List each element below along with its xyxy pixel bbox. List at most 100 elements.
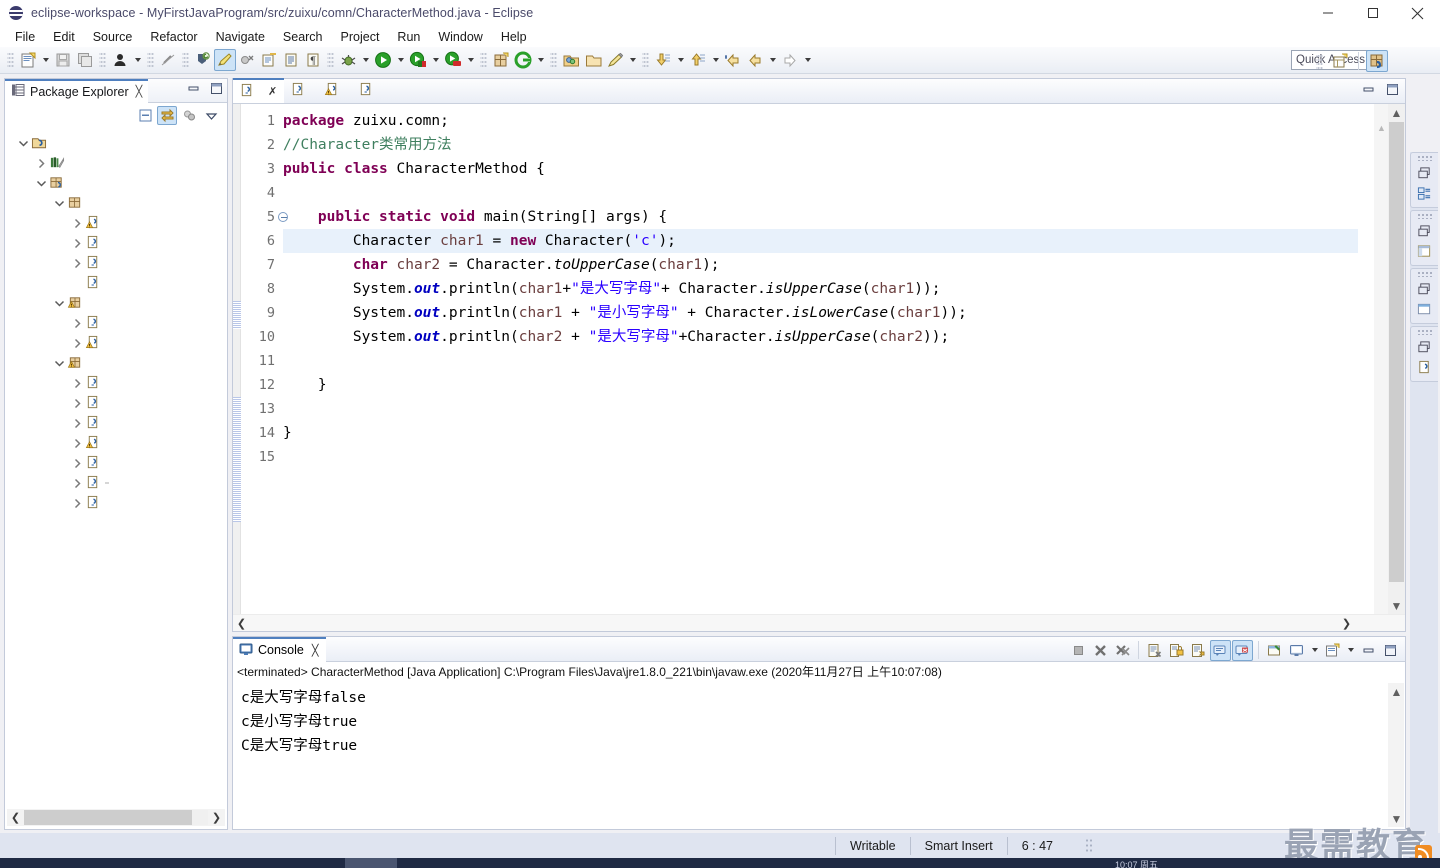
tree-item[interactable] [5,333,227,353]
editor-tab[interactable] [284,78,318,103]
new-package-icon[interactable] [490,49,512,71]
menu-refactor[interactable]: Refactor [141,28,206,46]
maximize-console-icon[interactable] [1380,640,1401,661]
back-dropdown-arrow[interactable] [766,49,779,71]
new-icon[interactable] [17,49,39,71]
tree-twisty[interactable] [69,473,85,493]
tree-item[interactable] [5,493,227,513]
tree-item[interactable] [5,433,227,453]
code-line[interactable] [283,181,1358,205]
new-java-project-icon[interactable] [258,49,280,71]
run-coverage-icon[interactable] [407,49,429,71]
perspective-new-icon[interactable] [1329,50,1351,72]
restore-icon[interactable] [1414,221,1436,241]
tree-twisty[interactable] [69,253,85,273]
external-tools-dropdown-arrow[interactable] [464,49,477,71]
minimize-view-icon[interactable] [187,82,200,98]
new-dropdown-arrow[interactable] [39,49,52,71]
tree-item[interactable] [5,193,227,213]
editor-tab[interactable] [352,78,386,103]
show-console-on-output-icon[interactable] [1210,639,1231,661]
java-editor-icon[interactable] [1414,357,1436,377]
tree-item[interactable] [5,293,227,313]
tree-item[interactable] [5,313,227,333]
tree-item[interactable] [5,273,227,293]
person-icon[interactable] [109,49,131,71]
save-all-icon[interactable] [74,49,96,71]
code-line[interactable]: package zuixu.comn; [283,109,1358,133]
editor-gutter[interactable] [233,104,241,614]
debug-dropdown-arrow[interactable] [359,49,372,71]
tree-item[interactable] [5,133,227,153]
console-vertical-scrollbar[interactable]: ▲ ▼ [1388,683,1404,827]
vscroll-thumb[interactable] [1389,122,1404,582]
minimize-editor-icon[interactable] [1362,83,1375,99]
open-type-icon[interactable] [280,49,302,71]
minimize-button[interactable] [1305,0,1350,26]
tree-twisty[interactable] [69,493,85,513]
tree-twisty[interactable] [15,133,31,153]
show-console-on-error-icon[interactable] [1232,639,1253,661]
open-console-icon[interactable] [1322,640,1343,661]
code-line[interactable]: System.out.println(char2 + "是大写字母"+Chara… [283,325,1358,349]
forward-icon[interactable] [779,49,801,71]
tree-twisty[interactable] [69,233,85,253]
code-line[interactable]: public static void main(String[] args) { [283,205,1358,229]
search-dropdown-arrow[interactable] [534,49,547,71]
dock-grip[interactable] [1416,155,1433,161]
perspective-grip[interactable] [1316,53,1323,69]
tree-twisty[interactable] [69,213,85,233]
view-menu-icon[interactable] [201,106,221,125]
code-line[interactable] [283,349,1358,373]
toolbar-grip-5[interactable] [327,51,334,69]
code-text[interactable]: package zuixu.comn; //Character类常用方法 publi… [283,104,1358,614]
minimize-console-icon[interactable] [1358,640,1379,661]
next-annotation-dropdown-arrow[interactable] [674,49,687,71]
tree-twisty[interactable] [51,293,67,313]
terminate-icon[interactable] [1068,640,1089,661]
menu-search[interactable]: Search [274,28,332,46]
editor-tab[interactable]: ✗ [233,78,285,103]
editor-overview-ruler[interactable]: ▲ [1374,104,1388,614]
tree-item[interactable] [5,173,227,193]
tree-item[interactable] [5,353,227,373]
code-line[interactable]: System.out.println(char1 + "是小写字母" + Cha… [283,301,1358,325]
menu-project[interactable]: Project [332,28,389,46]
tree-twisty[interactable] [69,433,85,453]
menu-file[interactable]: File [6,28,44,46]
tree-item[interactable] [5,373,227,393]
maximize-button[interactable] [1350,0,1395,26]
tree-item[interactable] [5,233,227,253]
external-tools-icon[interactable] [442,49,464,71]
editor-vertical-scrollbar[interactable]: ▲ ▼ [1388,104,1405,614]
package-explorer-tree[interactable] [5,129,227,799]
prev-annotation-dropdown-arrow[interactable] [709,49,722,71]
code-line[interactable]: char char2 = Character.toUpperCase(char1… [283,253,1358,277]
coverage-dropdown-arrow[interactable] [429,49,442,71]
package-explorer-hscrollbar[interactable]: ❮ ❯ [7,809,225,826]
back-icon[interactable] [722,49,744,71]
restore-icon[interactable] [1414,163,1436,183]
hscroll-left-arrow[interactable]: ❮ [7,809,24,826]
focus-on-active-task-icon[interactable] [179,106,199,125]
pen-icon[interactable] [604,49,626,71]
display-console-dropdown-arrow[interactable] [1308,639,1321,661]
tab-package-explorer[interactable]: Package Explorer ╳ [5,78,149,103]
tree-item[interactable] [5,393,227,413]
pilcrow-icon[interactable]: ¶ [302,49,324,71]
save-icon[interactable] [52,49,74,71]
toolbar-grip-2[interactable] [99,51,106,69]
pen-dropdown-arrow[interactable] [626,49,639,71]
hscroll-track[interactable] [24,810,208,825]
tree-twisty[interactable] [69,393,85,413]
toolbar-grip-4[interactable] [182,51,189,69]
tab-console[interactable]: Console ╳ [233,636,326,662]
prev-annotation-icon[interactable] [687,49,709,71]
tree-item[interactable] [5,473,227,493]
close-button[interactable] [1395,0,1440,26]
menu-navigate[interactable]: Navigate [207,28,274,46]
menu-help[interactable]: Help [492,28,536,46]
perspective-java-icon[interactable] [1366,50,1388,72]
overview-marker[interactable]: ▲ [1377,124,1386,133]
forward-dropdown-arrow[interactable] [801,49,814,71]
